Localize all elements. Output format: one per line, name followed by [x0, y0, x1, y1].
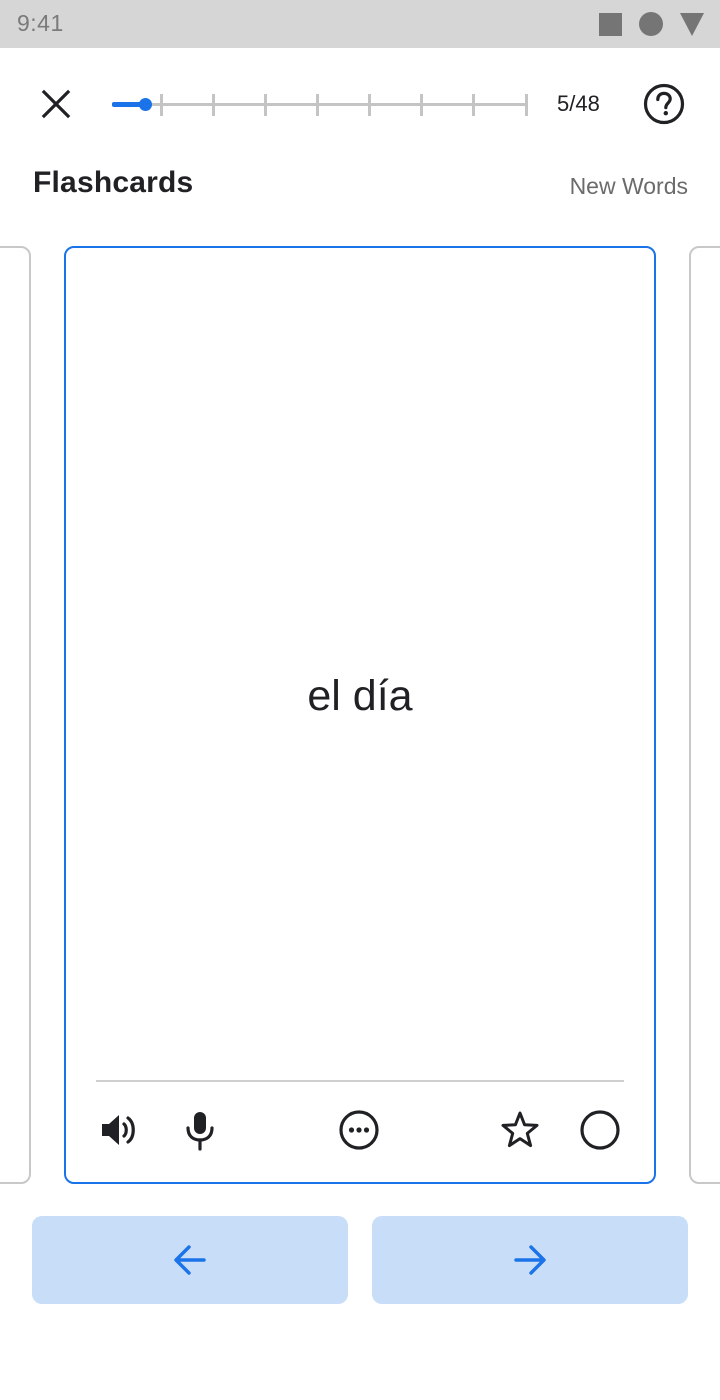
speaker-button[interactable] — [94, 1104, 146, 1156]
progress-tick — [525, 94, 528, 116]
status-time: 9:41 — [17, 10, 64, 36]
card-toolbar — [66, 1096, 654, 1164]
previous-card-peek[interactable] — [0, 246, 31, 1184]
next-card-peek[interactable] — [689, 246, 720, 1184]
progress-tick — [264, 94, 267, 116]
close-icon — [41, 89, 71, 119]
card-divider — [96, 1080, 624, 1082]
progress-track — [112, 103, 528, 106]
microphone-button[interactable] — [174, 1104, 226, 1156]
flashcard-word: el día — [307, 672, 413, 720]
close-button[interactable] — [34, 82, 78, 126]
mark-known-button[interactable] — [574, 1104, 626, 1156]
microphone-icon — [186, 1112, 214, 1151]
arrow-left-icon — [174, 1245, 206, 1275]
page-title: Flashcards — [33, 166, 194, 199]
progress-tick — [160, 94, 163, 116]
progress-tick — [368, 94, 371, 116]
progress-bar — [112, 88, 528, 120]
speaker-icon — [102, 1115, 135, 1145]
status-icons — [599, 12, 704, 36]
square-icon — [599, 12, 622, 36]
next-button[interactable] — [372, 1216, 688, 1304]
star-outline-icon — [501, 1111, 539, 1148]
progress-tick — [316, 94, 319, 116]
status-bar: 9:41 — [0, 0, 720, 48]
more-options-button[interactable] — [333, 1104, 385, 1156]
circle-icon — [639, 12, 663, 36]
more-options-icon — [339, 1110, 379, 1150]
help-button[interactable] — [640, 80, 688, 128]
circle-outline-icon — [580, 1110, 620, 1150]
flashcard[interactable]: el día — [64, 246, 656, 1184]
progress-thumb — [139, 98, 152, 111]
star-button[interactable] — [494, 1104, 546, 1156]
triangle-down-icon — [680, 12, 704, 36]
progress-tick — [472, 94, 475, 116]
progress-tick — [420, 94, 423, 116]
deck-name[interactable]: New Words — [570, 173, 688, 200]
progress-count: 5/48 — [557, 91, 600, 116]
progress-tick — [212, 94, 215, 116]
help-circle-icon — [643, 83, 685, 125]
previous-button[interactable] — [32, 1216, 348, 1304]
arrow-right-icon — [514, 1245, 546, 1275]
